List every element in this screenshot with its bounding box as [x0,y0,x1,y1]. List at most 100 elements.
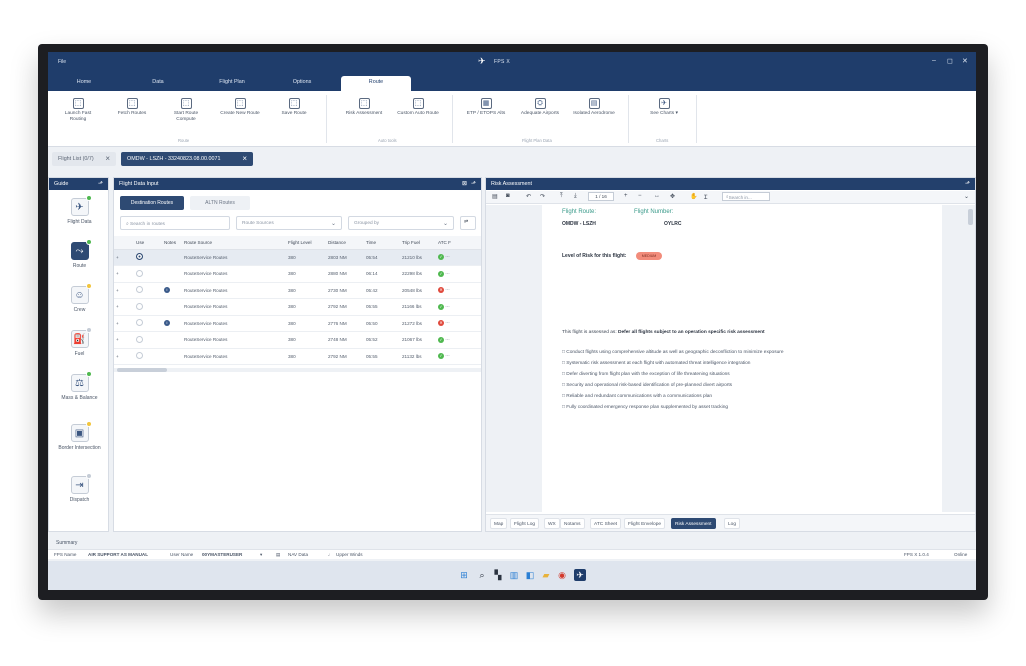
doc-tab-current-flight[interactable]: OMDW - LSZH - 33240823.08.00.0071 × [121,152,253,166]
minimize-button[interactable]: – [932,57,936,64]
guide-item-fuel[interactable]: ⛽ Fuel [49,327,110,357]
next-page-icon[interactable]: ⤓ [574,193,577,200]
search-routes-input[interactable]: ⌕ Search in routes [120,216,230,230]
use-radio[interactable] [136,352,143,360]
upper-winds-label[interactable]: Upper Winds [336,552,363,557]
save-route-button[interactable]: ⬚ Save Route [272,98,316,117]
more-icon[interactable]: ⋯ [445,287,450,292]
nav-data-label[interactable]: NAV Data [288,552,308,557]
close-icon[interactable]: ⊠ [462,180,467,187]
more-icon[interactable]: ⋯ [445,337,450,342]
col-route-source[interactable]: Route Source [182,236,286,250]
page-indicator[interactable]: 1 / 16 [588,192,614,201]
tab-altn-routes[interactable]: ALTN Routes [190,196,250,210]
col-flight-level[interactable]: Flight Level [286,236,326,250]
scroll-thumb[interactable] [117,368,167,372]
fit-page-icon[interactable]: ✥ [670,193,675,200]
table-row[interactable]: + RouteService Routes 380 2792 NM 05:55 21166… [114,298,481,316]
scroll-thumb[interactable] [968,209,973,225]
tab-flight-log[interactable]: Flight Log [510,518,540,529]
table-row[interactable]: + i RouteService Routes 380 2730 NM 05:42 2054… [114,282,481,299]
fit-width-icon[interactable]: ↔ [654,193,660,199]
guide-item-mass-balance[interactable]: ⚖ Mass & Balance [49,371,110,401]
close-icon[interactable]: × [242,154,247,163]
tab-route[interactable]: Route [341,76,411,91]
first-page-icon[interactable]: ⤒ [560,193,563,200]
start-route-compute-button[interactable]: ⬚ Start Route Compute [164,98,208,123]
save-icon[interactable]: ◙ [506,193,510,199]
use-radio[interactable] [136,286,143,294]
print-icon[interactable]: ▤ [492,193,498,200]
guide-item-route[interactable]: ⤳ Route [49,239,110,269]
tab-data[interactable]: Data [128,79,188,85]
table-row[interactable]: + RouteService Routes 380 2880 NM 06:14 22298… [114,265,481,283]
pin-icon[interactable]: ⬏ [965,180,970,187]
col-time[interactable]: Time [364,236,400,250]
text-select-icon[interactable]: Ɪ [704,193,707,201]
expand-icon[interactable]: + [114,298,134,316]
col-atc[interactable]: ATC F [436,236,481,250]
chevron-down-icon[interactable]: ▾ [260,552,262,558]
tab-wx[interactable]: WX [544,518,560,529]
tab-options[interactable]: Options [272,79,332,85]
more-icon[interactable]: ⋯ [445,353,450,358]
start-icon[interactable]: ⊞ [458,569,470,581]
pin-icon[interactable]: ⬏ [471,180,476,187]
horizontal-scrollbar[interactable] [114,368,481,372]
col-notes[interactable]: Notes [162,236,182,250]
zoom-in-icon[interactable]: + [624,193,628,199]
see-charts-button[interactable]: ✈ See Charts ▾ [642,98,686,117]
close-icon[interactable]: × [105,154,110,163]
folder-icon[interactable]: ▰ [540,569,552,581]
summary-bar[interactable]: Summary [48,537,976,549]
fetch-routes-button[interactable]: ⬚ Fetch Routes [110,98,154,117]
guide-item-crew[interactable]: ☺ Crew [49,283,110,313]
close-window-button[interactable]: ✕ [962,57,968,65]
hand-tool-icon[interactable]: ✋ [690,193,697,200]
info-icon[interactable]: i [164,287,170,294]
maximize-button[interactable]: ◻ [947,57,953,65]
use-radio[interactable] [136,335,143,343]
tab-notams[interactable]: Notams [560,518,585,529]
expand-icon[interactable]: + [114,315,134,332]
more-icon[interactable]: ⋯ [445,271,450,276]
tab-home[interactable]: Home [54,79,114,85]
use-radio[interactable] [136,319,143,327]
undo-icon[interactable]: ↶ [526,193,531,200]
table-row[interactable]: + RouteService Routes 380 2803 NM 05:54 21210… [114,249,481,266]
table-row[interactable]: + RouteService Routes 380 2792 NM 05:55 21132… [114,348,481,365]
tab-flight-plan[interactable]: Flight Plan [202,79,262,85]
table-row[interactable]: + i RouteService Routes 380 2776 NM 05:50 2127… [114,315,481,332]
col-distance[interactable]: Distance [326,236,364,250]
tab-log[interactable]: Log [724,518,741,529]
etp-etops-button[interactable]: ▦ ETP / ETOPS Alts [464,98,508,117]
use-radio[interactable] [136,269,143,277]
more-icon[interactable]: ⋯ [445,320,450,325]
col-trip-fuel[interactable]: Trip Fuel [400,236,436,250]
doc-tab-flight-list[interactable]: Flight List (0/7) × [52,152,116,166]
launch-fast-routing-button[interactable]: ⬚ Launch Fast Routing [56,98,100,123]
grouped-by-select[interactable]: Grouped by ⌄ [348,216,454,230]
guide-item-dispatch[interactable]: ⇥ Dispatch [49,473,110,503]
custom-auto-route-button[interactable]: ⬚ Custom Auto Route [396,98,440,117]
tab-risk-assessment[interactable]: Risk Assessment [671,518,716,529]
isolated-aerodrome-button[interactable]: ▤ Isolated Aerodrome [572,98,616,117]
create-new-route-button[interactable]: ⬚ Create New Route [218,98,262,117]
task-view-icon[interactable]: ▚ [492,569,504,581]
route-source-select[interactable]: Route Sources ⌄ [236,216,342,230]
expand-icon[interactable]: + [114,265,134,283]
risk-assessment-button[interactable]: ⬚ Risk Assessment [342,98,386,117]
tab-destination-routes[interactable]: Destination Routes [120,196,184,210]
expand-icon[interactable]: + [114,249,134,266]
vertical-scrollbar[interactable] [968,205,973,512]
fps-app-icon[interactable]: ✈ [574,569,586,581]
guide-item-border-intersection[interactable]: ▣ Border Intersection [49,421,110,451]
widgets-icon[interactable]: ▥ [508,569,520,581]
chrome-icon[interactable]: ◉ [556,569,568,581]
zoom-out-icon[interactable]: − [638,193,642,199]
pin-icon[interactable]: ⬏ [98,180,103,187]
tab-map[interactable]: Map [490,518,508,529]
use-radio[interactable] [136,253,143,261]
pdf-search-input[interactable]: ⌕ Search in... [722,192,770,201]
expand-icon[interactable]: + [114,282,134,299]
